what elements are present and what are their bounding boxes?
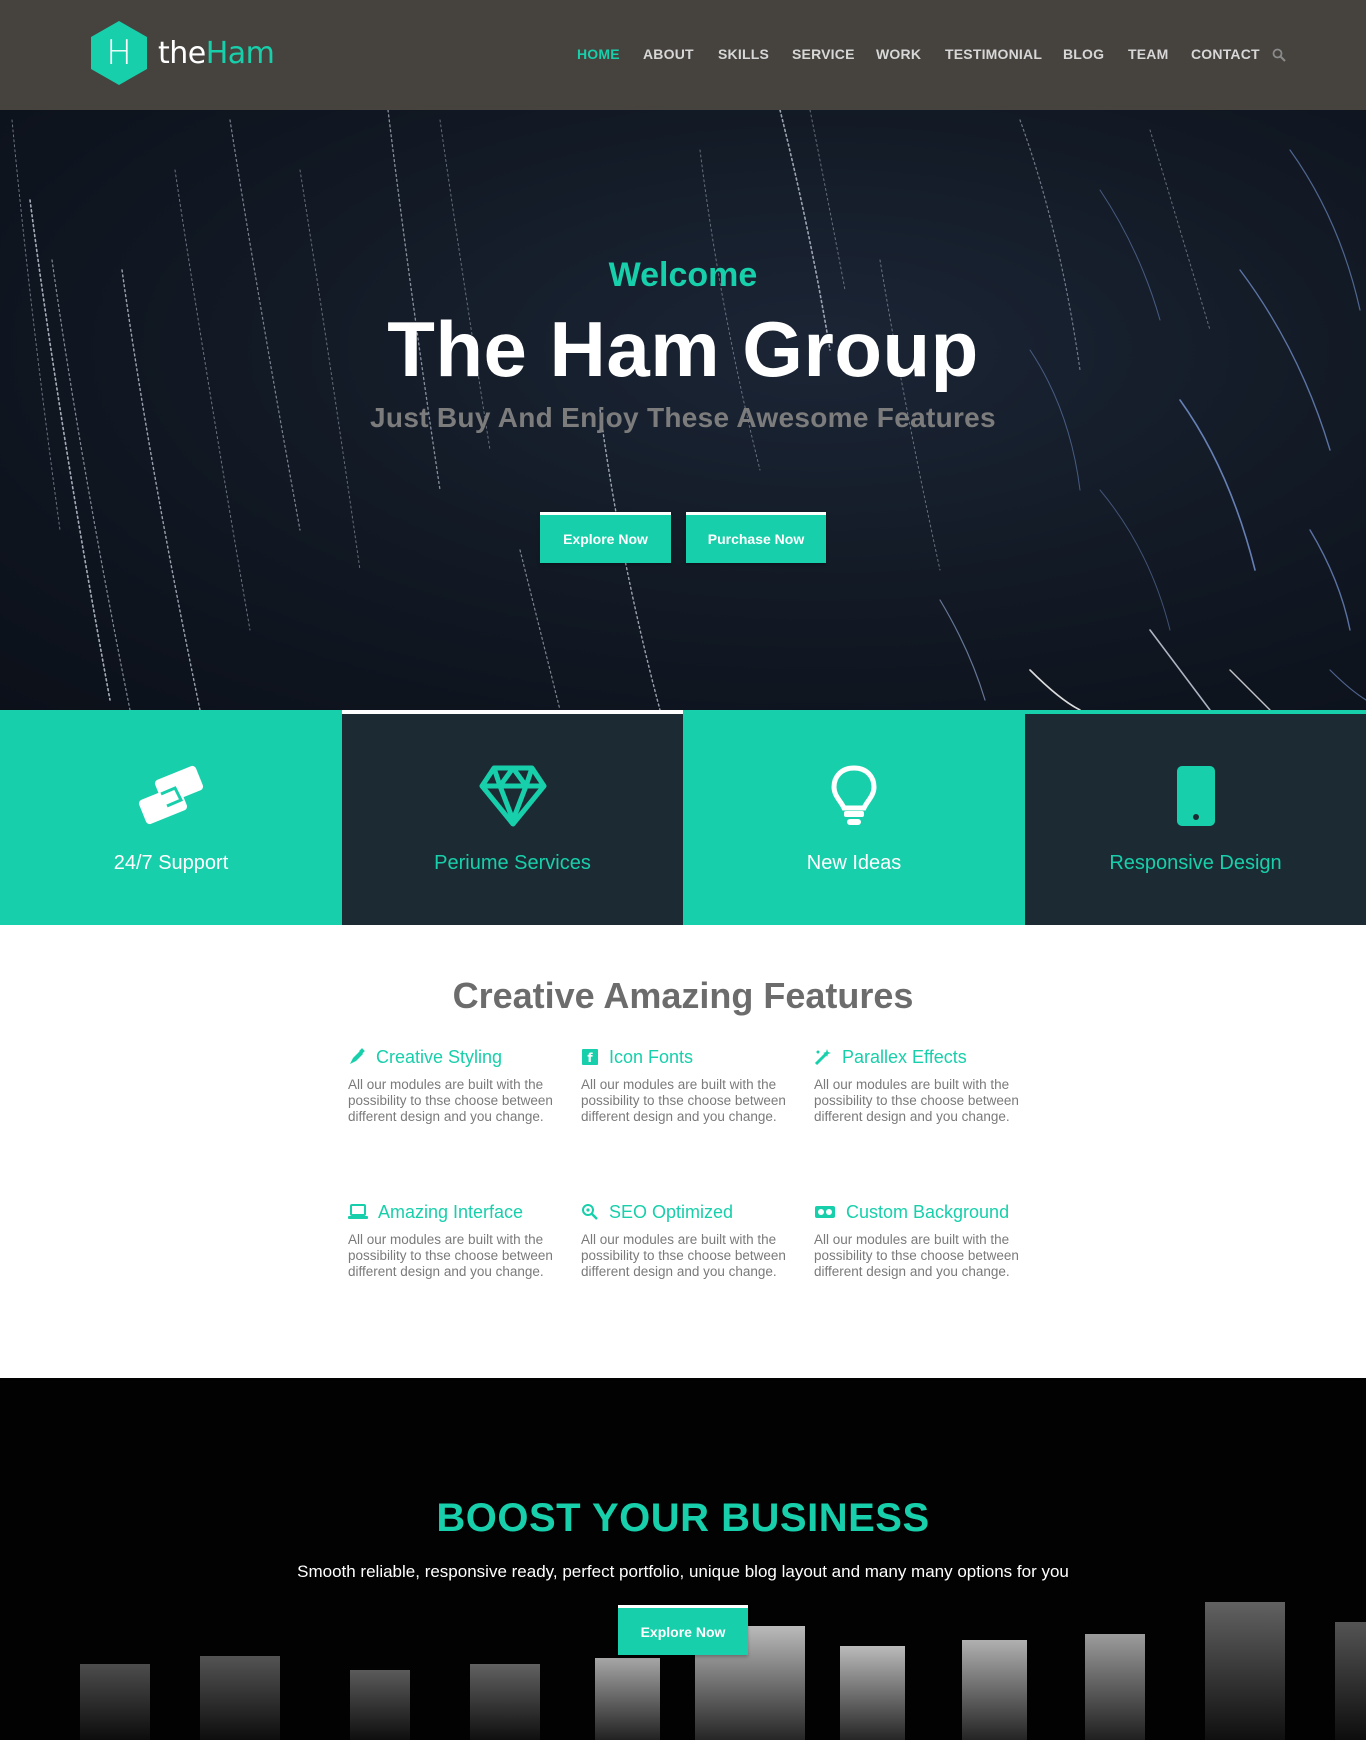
nav-about[interactable]: ABOUT (643, 46, 694, 62)
main-nav: HOME ABOUT SKILLS SERVICE WORK TESTIMONI… (0, 46, 1366, 66)
feature-item: f Icon Fonts All our modules are built w… (581, 1045, 796, 1125)
font-icon: f (582, 1049, 598, 1065)
boost-section: BOOST YOUR BUSINESS Smooth reliable, res… (0, 1378, 1366, 1740)
mobile-icon (1176, 766, 1215, 826)
service-label: 24/7 Support (113, 852, 229, 874)
handshake-icon (138, 765, 204, 825)
features-heading: Creative Amazing Features (452, 975, 914, 1016)
feature-title: Amazing Interface (378, 1201, 524, 1222)
boost-explore-button[interactable]: Explore Now (618, 1605, 748, 1655)
svg-text:f: f (587, 1051, 593, 1065)
feature-item: Custom Background All our modules are bu… (814, 1200, 1029, 1280)
feature-title: Parallex Effects (842, 1046, 967, 1067)
service-tile-periume[interactable]: Periume Services (342, 714, 683, 925)
services-strip: 24/7 Support Periume Services New Ideas (0, 714, 1366, 925)
feature-description: All our modules are built with the possi… (814, 1232, 1019, 1279)
nav-blog[interactable]: BLOG (1063, 46, 1104, 62)
feature-title: SEO Optimized (609, 1201, 734, 1222)
panels-background (80, 1602, 1366, 1740)
feature-description: All our modules are built with the possi… (348, 1077, 553, 1124)
feature-description: All our modules are built with the possi… (348, 1232, 553, 1279)
feature-title: Icon Fonts (609, 1046, 694, 1067)
diamond-icon (479, 765, 546, 827)
search-icon[interactable] (1272, 48, 1286, 62)
feature-description: All our modules are built with the possi… (814, 1077, 1019, 1124)
vr-headset-icon (815, 1206, 835, 1218)
service-tile-ideas[interactable]: New Ideas (683, 714, 1025, 925)
search-gear-icon (582, 1204, 598, 1220)
feature-item: Parallex Effects All our modules are bui… (814, 1045, 1029, 1125)
feature-item: SEO Optimized All our modules are built … (581, 1200, 796, 1280)
hero-title: The Ham Group (387, 305, 979, 393)
laptop-icon (348, 1204, 368, 1219)
pen-icon (350, 1048, 365, 1064)
service-tile-support[interactable]: 24/7 Support (0, 714, 342, 925)
service-label: Responsive Design (1109, 852, 1282, 874)
nav-team[interactable]: TEAM (1128, 46, 1168, 62)
hero-banner: Welcome The Ham Group Just Buy And Enjoy… (0, 110, 1366, 710)
nav-skills[interactable]: SKILLS (718, 46, 769, 62)
nav-contact[interactable]: CONTACT (1191, 46, 1260, 62)
site-header: H theHam HOME ABOUT SKILLS SERVICE WORK … (0, 0, 1366, 110)
nav-work[interactable]: WORK (876, 46, 921, 62)
lightbulb-icon (831, 765, 877, 825)
feature-title: Custom Background (846, 1201, 1010, 1222)
nav-service[interactable]: SERVICE (792, 46, 855, 62)
nav-home[interactable]: HOME (577, 46, 620, 62)
boost-heading: BOOST YOUR BUSINESS (436, 1496, 930, 1540)
magic-wand-icon (814, 1049, 831, 1066)
service-label: New Ideas (806, 852, 902, 874)
service-label: Periume Services (434, 852, 591, 874)
service-tile-responsive[interactable]: Responsive Design (1025, 714, 1366, 925)
feature-description: All our modules are built with the possi… (581, 1077, 786, 1124)
feature-item: Amazing Interface All our modules are bu… (348, 1200, 563, 1280)
feature-title: Creative Styling (376, 1046, 503, 1067)
hero-subtitle: Just Buy And Enjoy These Awesome Feature… (370, 402, 996, 433)
explore-now-button[interactable]: Explore Now (540, 512, 671, 563)
boost-description: Smooth reliable, responsive ready, perfe… (297, 1562, 1069, 1581)
purchase-now-button[interactable]: Purchase Now (686, 512, 826, 563)
nav-testimonial[interactable]: TESTIMONIAL (945, 46, 1042, 62)
feature-description: All our modules are built with the possi… (581, 1232, 786, 1279)
feature-item: Creative Styling All our modules are bui… (348, 1045, 563, 1125)
hero-welcome: Welcome (608, 256, 758, 294)
